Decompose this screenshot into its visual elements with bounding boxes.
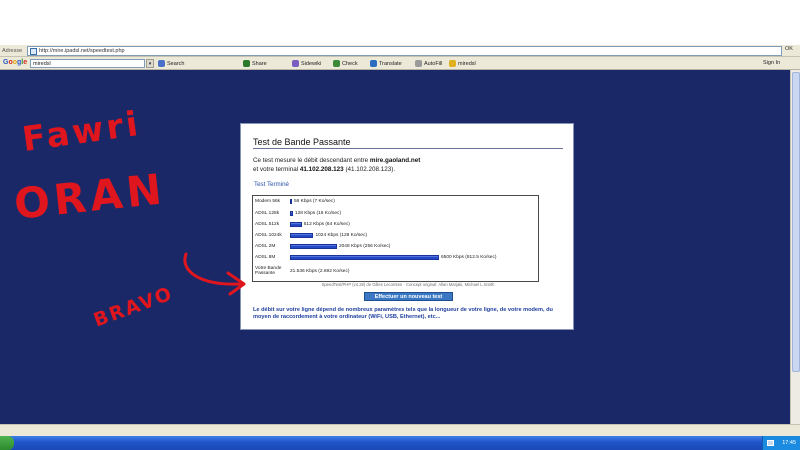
toolbar-item-search[interactable]: Search — [158, 60, 184, 67]
sign-in-link[interactable]: Sign In — [763, 60, 780, 66]
vertical-scrollbar[interactable] — [790, 70, 800, 424]
row-label: ADSL 512k — [255, 222, 280, 227]
sign-in-label: Sign In — [763, 60, 781, 66]
search-icon — [158, 60, 165, 67]
info-note: Le débit sur votre ligne dépend de nombr… — [253, 307, 553, 320]
server-host: mire.gaoland.net — [369, 157, 421, 164]
speed-value: 128 Kbps (16 Ko/sec) — [294, 211, 342, 216]
toolbar-item-label: Search — [167, 60, 185, 67]
share-icon — [243, 60, 250, 67]
speed-value: 21.536 Kbps (2.692 Ko/sec) — [290, 269, 350, 274]
google-search-input[interactable]: miredsl — [30, 59, 145, 68]
speed-value: 2048 Kbps (256 Ko/sec) — [338, 244, 391, 249]
intro-line-1: Ce test mesure le débit descendant entre… — [253, 157, 420, 164]
speed-value: 1024 Kbps (128 Ko/sec) — [315, 233, 367, 238]
speed-value: 512 Kbps (64 Ko/sec) — [303, 222, 350, 227]
speed-value: 6500 Kbps (812.5 Ko/sec) — [441, 255, 497, 260]
table-row: ADSL 1024k 1024 Kbps (128 Ko/sec) — [253, 231, 538, 241]
intro-line-2: et votre terminal 41.102.208.123 (41.102… — [253, 166, 395, 173]
toolbar-item-label: Translate — [379, 60, 402, 67]
url-input[interactable]: http://mire.ipadsl.net/speedtest.php — [27, 46, 782, 56]
google-logo: Google — [3, 59, 28, 66]
network-icon[interactable] — [767, 440, 774, 446]
address-bar: Adresse http://mire.ipadsl.net/speedtest… — [0, 45, 800, 57]
sidewiki-icon — [292, 60, 299, 67]
autofill-icon — [415, 60, 422, 67]
system-tray: 17:45 — [762, 436, 800, 450]
client-ip: 41.102.208.123 — [299, 166, 344, 173]
speed-bar — [290, 222, 302, 227]
credit-text: SpeedTest/PHP (v4.28) de Gilles Lecomten… — [321, 282, 495, 287]
toolbar-item-label: Check — [342, 60, 358, 67]
toolbar-item-label: AutoFill — [424, 60, 443, 67]
new-test-button[interactable]: Effectuer un nouveau test — [364, 292, 453, 301]
toolbar-item-label: miredsl — [458, 60, 476, 67]
taskbar: 17:45 — [0, 436, 800, 450]
clock: 17:45 — [782, 440, 796, 446]
toolbar-item-check[interactable]: Check — [333, 60, 358, 67]
toolbar-item-label: Sidewiki — [301, 60, 322, 67]
address-label: Adresse — [2, 47, 23, 54]
speed-bar — [290, 211, 293, 216]
speed-bar — [290, 244, 337, 249]
intro-text: Ce test mesure le débit descendant entre — [253, 157, 369, 164]
toolbar-item-autofill[interactable]: AutoFill — [415, 60, 442, 67]
toolbar-item-share[interactable]: Share — [243, 60, 267, 67]
check-icon — [333, 60, 340, 67]
intro-text: et votre terminal — [253, 166, 299, 173]
table-row: Modem 56k 56 Kbps (7 Ko/sec) — [253, 197, 538, 207]
highlight-icon — [449, 60, 456, 67]
toolbar-item-miredsl[interactable]: miredsl — [449, 60, 476, 67]
results-table: Modem 56k 56 Kbps (7 Ko/sec) ADSL 128k 128 … — [252, 195, 539, 282]
speedtest-panel: Test de Bande Passante Ce test mesure le… — [240, 123, 574, 330]
status-text: Test Terminé — [254, 181, 289, 188]
table-row: ADSL 8M 6500 Kbps (812.5 Ko/sec) — [253, 253, 538, 263]
table-row: ADSL 512k 512 Kbps (64 Ko/sec) — [253, 220, 538, 230]
row-label: ADSL 128k — [255, 211, 280, 216]
search-dropdown-button[interactable]: ▾ — [146, 59, 154, 68]
table-row: ADSL 2M 2048 Kbps (256 Ko/sec) — [253, 242, 538, 252]
row-label: ADSL 2M — [255, 244, 276, 249]
start-button[interactable] — [0, 436, 14, 450]
speed-bar — [290, 255, 439, 260]
toolbar-item-sidewiki[interactable]: Sidewiki — [292, 60, 321, 67]
row-label: ADSL 8M — [255, 255, 276, 260]
scrollbar-thumb[interactable] — [792, 72, 800, 372]
speed-bar — [290, 199, 292, 204]
row-label: Modem 56k — [255, 199, 281, 204]
translate-icon — [370, 60, 377, 67]
title-divider — [253, 148, 563, 149]
toolbar-item-translate[interactable]: Translate — [370, 60, 402, 67]
table-row: Votre Bande Passante 21.536 Kbps (2.692 K… — [253, 264, 538, 278]
client-ip-detail: (41.102.208.123). — [345, 166, 396, 173]
status-bar — [0, 424, 800, 436]
url-text: http://mire.ipadsl.net/speedtest.php — [39, 48, 125, 54]
row-label: ADSL 1024k — [255, 233, 282, 238]
speed-value: 56 Kbps (7 Ko/sec) — [294, 199, 335, 204]
google-toolbar: Google miredsl ▾ Search Share Sidewiki Chec… — [0, 57, 800, 70]
page-title: Test de Bande Passante — [253, 137, 351, 147]
table-row: ADSL 128k 128 Kbps (16 Ko/sec) — [253, 209, 538, 219]
go-button[interactable]: OK — [785, 46, 793, 52]
row-label: Votre Bande Passante — [255, 266, 282, 276]
speed-bar — [290, 233, 314, 238]
page-icon — [30, 47, 37, 55]
toolbar-item-label: Share — [252, 60, 267, 67]
